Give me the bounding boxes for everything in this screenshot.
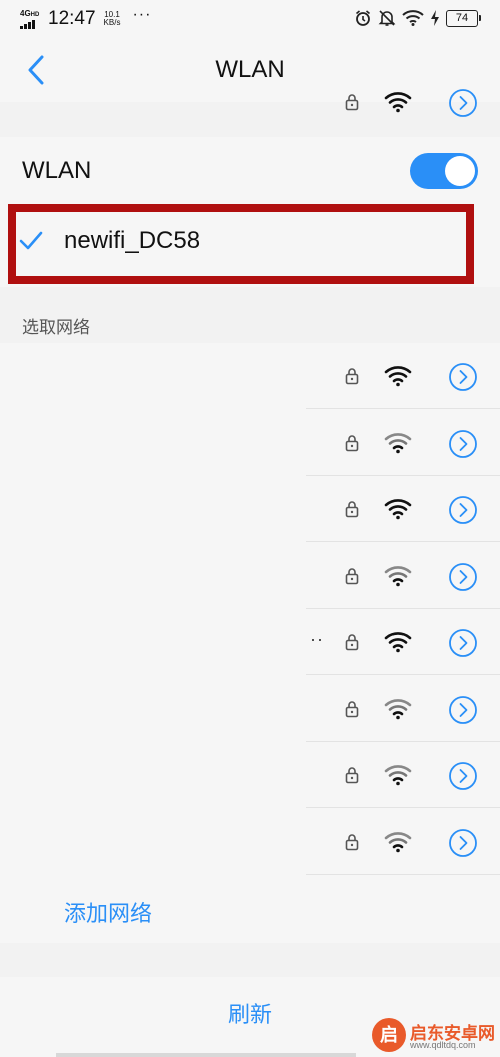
wlan-section: WLAN newifi_DC58: [0, 89, 500, 287]
highlight-box: [8, 204, 474, 284]
clock: 12:47: [48, 8, 96, 29]
network-details-icon[interactable]: [448, 695, 478, 725]
section-label: 选取网络: [22, 318, 90, 337]
network-details-icon[interactable]: [448, 362, 478, 392]
network-details-icon[interactable]: [448, 828, 478, 858]
network-speed-unit: KB/s: [103, 18, 121, 27]
network-details-icon[interactable]: [448, 628, 478, 658]
available-network-list: ·· 添加网络: [0, 343, 500, 943]
wifi-signal-icon: [384, 565, 412, 586]
lock-icon: [345, 634, 359, 651]
battery-indicator: 74: [446, 9, 481, 27]
wlan-toggle-row[interactable]: WLAN: [0, 137, 500, 205]
cellular-signal-icon: 4GHD: [20, 8, 46, 29]
wifi-signal-icon: [384, 432, 412, 453]
wifi-signal-icon: [384, 499, 412, 520]
alarm-icon: [355, 10, 371, 26]
network-details-icon[interactable]: [448, 429, 478, 459]
network-suffix: HD: [30, 11, 40, 18]
more-notifications-icon: ···: [132, 6, 152, 23]
lock-icon: [345, 767, 359, 784]
add-network-button[interactable]: 添加网络: [64, 896, 152, 928]
status-bar: 4GHD 12:47 10.1 KB/s ··· 74: [0, 0, 500, 38]
network-name: ··: [310, 629, 324, 649]
lock-icon: [345, 833, 359, 850]
wifi-signal-icon: [384, 632, 412, 653]
wifi-signal-icon: [384, 765, 412, 786]
network-row[interactable]: [0, 343, 500, 409]
mute-icon: [378, 10, 396, 26]
network-details-icon[interactable]: [448, 495, 478, 525]
watermark: 启 启东安卓网 www.qdltdq.com: [372, 1014, 500, 1057]
network-row[interactable]: [0, 476, 500, 542]
wifi-signal-icon: [384, 831, 412, 852]
network-row[interactable]: [0, 543, 500, 609]
network-details-icon[interactable]: [448, 88, 478, 118]
wifi-signal-icon: [384, 366, 412, 387]
network-row[interactable]: [0, 809, 500, 875]
wlan-label: WLAN: [22, 157, 92, 184]
wifi-signal-icon: [384, 92, 412, 113]
network-details-icon[interactable]: [448, 761, 478, 791]
bottom-edge: [56, 1053, 356, 1057]
network-row[interactable]: [0, 742, 500, 808]
network-type: 4G: [20, 8, 31, 18]
lock-icon: [345, 368, 359, 385]
toggle-knob: [445, 156, 475, 186]
network-details-icon[interactable]: [448, 562, 478, 592]
battery-level: 74: [455, 11, 469, 24]
lock-icon: [345, 700, 359, 717]
network-speed: 10.1 KB/s: [104, 11, 121, 27]
page-title: WLAN: [215, 56, 285, 83]
lock-icon: [345, 501, 359, 518]
wifi-signal-icon: [384, 698, 412, 719]
row-divider: [306, 873, 500, 875]
network-row[interactable]: [0, 676, 500, 742]
lock-icon: [345, 94, 359, 111]
wifi-icon: [402, 10, 424, 26]
watermark-url: www.qdltdq.com: [410, 1040, 476, 1050]
wlan-toggle[interactable]: [410, 153, 478, 189]
watermark-logo: 启: [372, 1018, 406, 1052]
network-row[interactable]: ··: [0, 609, 500, 675]
app-header: WLAN: [0, 38, 500, 102]
network-row[interactable]: [0, 410, 500, 476]
lock-icon: [345, 434, 359, 451]
lock-icon: [345, 567, 359, 584]
charging-icon: [431, 10, 439, 26]
